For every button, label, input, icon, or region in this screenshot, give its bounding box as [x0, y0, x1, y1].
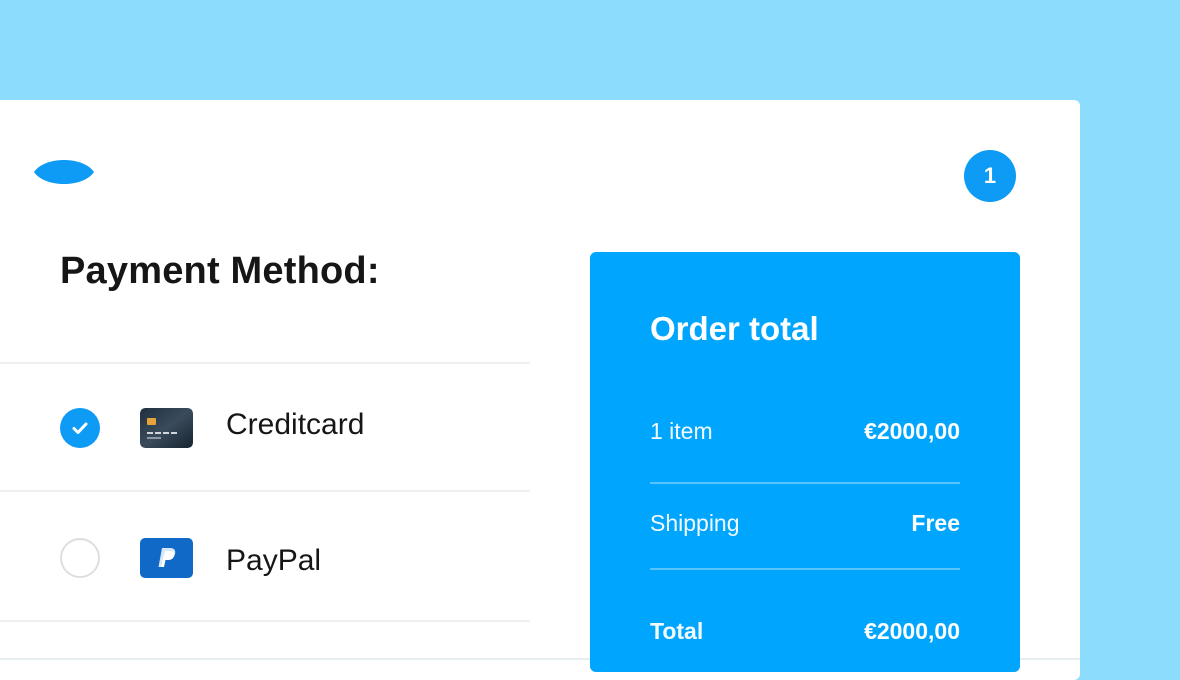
cart-count-badge[interactable]: 1 [964, 150, 1016, 202]
logo-icon[interactable] [33, 153, 95, 191]
shipping-label: Shipping [650, 510, 740, 536]
radio-unchecked[interactable] [60, 538, 100, 578]
shipping-value: Free [911, 510, 960, 536]
payment-option-label: Creditcard [226, 408, 365, 441]
credit-card-icon [140, 408, 193, 448]
payment-option-paypal[interactable]: PayPal [0, 492, 530, 618]
checkmark-icon [72, 422, 88, 434]
summary-row-items: 1 item €2000,00 [650, 418, 960, 445]
summary-row-shipping: Shipping Free [650, 510, 960, 537]
summary-divider [650, 482, 960, 484]
items-value: €2000,00 [864, 418, 960, 444]
items-label: 1 item [650, 418, 713, 444]
divider [0, 620, 530, 622]
summary-divider [650, 568, 960, 570]
paypal-icon [140, 538, 193, 578]
order-summary-title: Order total [650, 310, 819, 347]
total-label: Total [650, 618, 704, 644]
order-summary-panel: Order total 1 item €2000,00 Shipping Fre… [590, 252, 1020, 672]
payment-option-label: PayPal [226, 544, 322, 577]
page-title: Payment Method: [60, 250, 380, 292]
radio-checked[interactable] [60, 408, 100, 448]
summary-row-total: Total €2000,00 [650, 618, 960, 645]
payment-option-creditcard[interactable]: Creditcard [0, 364, 530, 490]
total-value: €2000,00 [864, 618, 960, 644]
